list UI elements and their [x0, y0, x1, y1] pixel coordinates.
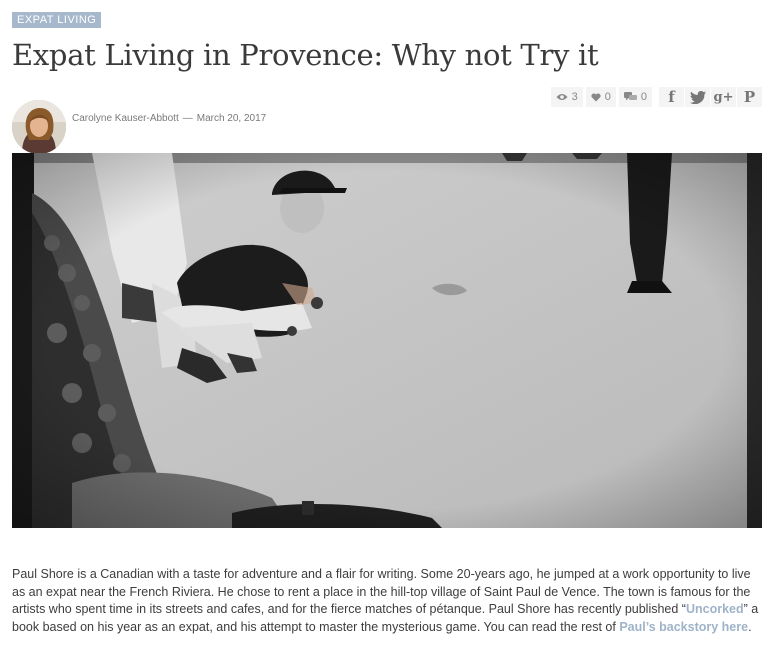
pinterest-icon: P — [743, 88, 756, 106]
post-stats-bar: 3 0 0 f g+ P — [550, 87, 762, 107]
uncorked-link[interactable]: Uncorked — [686, 602, 744, 616]
views-count: 3 — [571, 91, 578, 103]
facebook-share-button[interactable]: f — [659, 87, 684, 107]
byline: Carolyne Kauser-Abbott — March 20, 2017 — [72, 113, 266, 124]
comments-count: 0 — [640, 91, 647, 103]
article-text-3: . — [748, 619, 752, 634]
likes-count: 0 — [604, 91, 611, 103]
twitter-share-button[interactable] — [685, 87, 710, 107]
category-badge[interactable]: EXPAT LIVING — [12, 12, 102, 28]
article-text-1: Paul Shore is a Canadian with a taste fo… — [12, 567, 751, 616]
likes-counter[interactable]: 0 — [585, 87, 616, 107]
heart-icon — [591, 92, 601, 101]
article-body: Paul Shore is a Canadian with a taste fo… — [12, 566, 764, 636]
share-buttons: f g+ P — [659, 87, 762, 107]
page-title: Expat Living in Provence: Why not Try it — [12, 38, 599, 72]
author-name[interactable]: Carolyne Kauser-Abbott — [72, 113, 179, 124]
twitter-icon — [689, 90, 706, 104]
author-portrait-image — [12, 100, 66, 154]
views-counter: 3 — [550, 87, 583, 107]
comments-icon — [623, 92, 637, 101]
google-plus-share-button[interactable]: g+ — [711, 87, 736, 107]
featured-image — [12, 153, 762, 528]
pinterest-share-button[interactable]: P — [737, 87, 762, 107]
eye-icon — [556, 94, 568, 100]
backstory-link[interactable]: Paul’s backstory here — [619, 620, 748, 634]
post-date: March 20, 2017 — [196, 113, 267, 124]
comments-counter[interactable]: 0 — [618, 87, 652, 107]
author-avatar[interactable] — [12, 100, 66, 154]
facebook-icon: f — [668, 88, 675, 106]
byline-separator: — — [182, 113, 193, 124]
google-plus-icon: g+ — [713, 89, 734, 105]
